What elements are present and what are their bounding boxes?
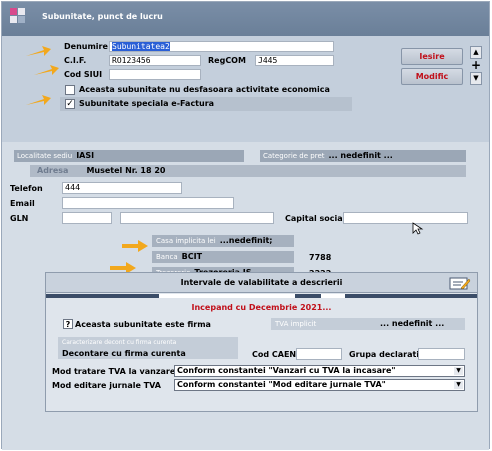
dialog-window: Subunitate, punct de lucru Denumire Subu… (1, 1, 490, 450)
mod-tratare-select[interactable]: Conform constantei "Vanzari cu TVA la in… (174, 365, 465, 377)
window-title: Subunitate, punct de lucru (42, 12, 163, 21)
efactura-label: Subunitate speciala e-Factura (79, 99, 215, 108)
categorie-label: Categorie de pret (263, 152, 325, 160)
mod-editare-label: Mod editare jurnale TVA (52, 381, 161, 390)
gln-label: GLN (10, 214, 29, 223)
adresa-field[interactable]: Adresa Musetel Nr. 18 20 (30, 165, 466, 177)
cod-siui-label: Cod SIUI (64, 70, 103, 79)
plus-icon[interactable]: + (471, 58, 481, 72)
caracterizare-label: Caracterizare decont cu firma curenta (62, 339, 177, 346)
firma-label: Aceasta subunitate este firma (75, 320, 211, 329)
no-activity-label: Aceasta subunitate nu desfasoara activit… (79, 85, 330, 94)
cod-caen-label: Cod CAEN (252, 350, 297, 359)
adresa-value: Musetel Nr. 18 20 (86, 166, 166, 175)
iesire-button[interactable]: Iesire (401, 48, 463, 65)
gln-extra-input[interactable] (120, 212, 274, 224)
denumire-label: Denumire (64, 42, 108, 51)
arrow-siui-icon (34, 65, 59, 75)
gln-input[interactable] (62, 212, 112, 224)
arrow-efactura-icon (26, 95, 51, 105)
chevron-down-icon[interactable]: ▼ (454, 381, 463, 389)
grupa-label: Grupa declaratie (349, 350, 425, 359)
decont-box: Caracterizare decont cu firma curenta De… (58, 337, 238, 359)
adresa-button[interactable]: Adresa (37, 166, 68, 175)
banca-label: Banca (156, 253, 178, 261)
tva-field[interactable]: TVA implicit ... nedefinit ... (271, 318, 465, 330)
tva-value: ... nedefinit ... (380, 319, 445, 328)
localitate-value: IASI (76, 151, 95, 160)
denumire-input[interactable]: Subunitatea2 (109, 41, 334, 52)
modific-button[interactable]: Modific (401, 68, 463, 85)
categorie-field[interactable]: Categorie de pret... nedefinit ... (260, 150, 466, 162)
app-icon (10, 8, 28, 26)
tva-label: TVA implicit (275, 320, 317, 328)
grupa-input[interactable] (418, 348, 465, 360)
interval-tab-bar[interactable] (46, 294, 477, 298)
arrow-denumire-icon (26, 46, 51, 56)
email-input[interactable] (62, 197, 234, 209)
casa-field[interactable]: Casa implicita lei ...nedefinit; (152, 235, 294, 247)
mod-tratare-value: Conform constantei "Vanzari cu TVA la in… (177, 366, 396, 375)
regcom-input[interactable]: J445 (255, 55, 334, 66)
email-label: Email (10, 199, 35, 208)
mod-editare-select[interactable]: Conform constantei "Mod editare jurnale … (174, 379, 465, 391)
casa-value: ...nedefinit; (219, 236, 273, 245)
capital-input[interactable] (343, 212, 468, 224)
mod-editare-value: Conform constantei "Mod editare jurnale … (177, 380, 386, 389)
mouse-cursor-icon (412, 222, 424, 235)
scroll-down-icon[interactable]: ▼ (470, 72, 482, 85)
no-activity-checkbox[interactable] (65, 85, 75, 95)
arrow-banca-icon (122, 240, 148, 252)
decontare-label: Decontare cu firma curenta (62, 349, 186, 358)
title-bar: Subunitate, punct de lucru (2, 2, 489, 36)
localitate-label: Localitate sediu (17, 152, 73, 160)
capital-label: Capital social (285, 214, 346, 223)
chevron-down-icon[interactable]: ▼ (454, 367, 463, 375)
efactura-checkbox[interactable]: ✓ (65, 99, 75, 109)
telefon-label: Telefon (10, 184, 43, 193)
cif-label: C.I.F. (64, 56, 87, 65)
start-date-text: Incepand cu Decembrie 2021... (191, 303, 332, 312)
categorie-value: ... nedefinit ... (328, 151, 393, 160)
localitate-field[interactable]: Localitate sediu IASI (14, 150, 244, 162)
header-form: Denumire Subunitatea2 C.I.F. RO123456 Re… (2, 36, 489, 142)
regcom-label: RegCOM (208, 56, 246, 65)
casa-label: Casa implicita lei (156, 237, 216, 245)
cod-siui-input[interactable] (109, 69, 201, 80)
mod-tratare-label: Mod tratare TVA la vanzare (52, 367, 176, 376)
cod-caen-input[interactable] (296, 348, 342, 360)
firma-checkbox[interactable]: ? (63, 319, 73, 329)
edit-note-icon[interactable] (449, 276, 471, 291)
panel-title: Intervale de valabilitate a descrierii (46, 273, 477, 293)
telefon-input[interactable]: 444 (62, 182, 182, 194)
banca-value: BCIT (181, 252, 203, 261)
banca-code: 7788 (309, 253, 332, 262)
cif-input[interactable]: RO123456 (109, 55, 201, 66)
banca-field[interactable]: Banca BCIT (152, 251, 294, 263)
validity-panel: Intervale de valabilitate a descrierii I… (45, 272, 478, 412)
